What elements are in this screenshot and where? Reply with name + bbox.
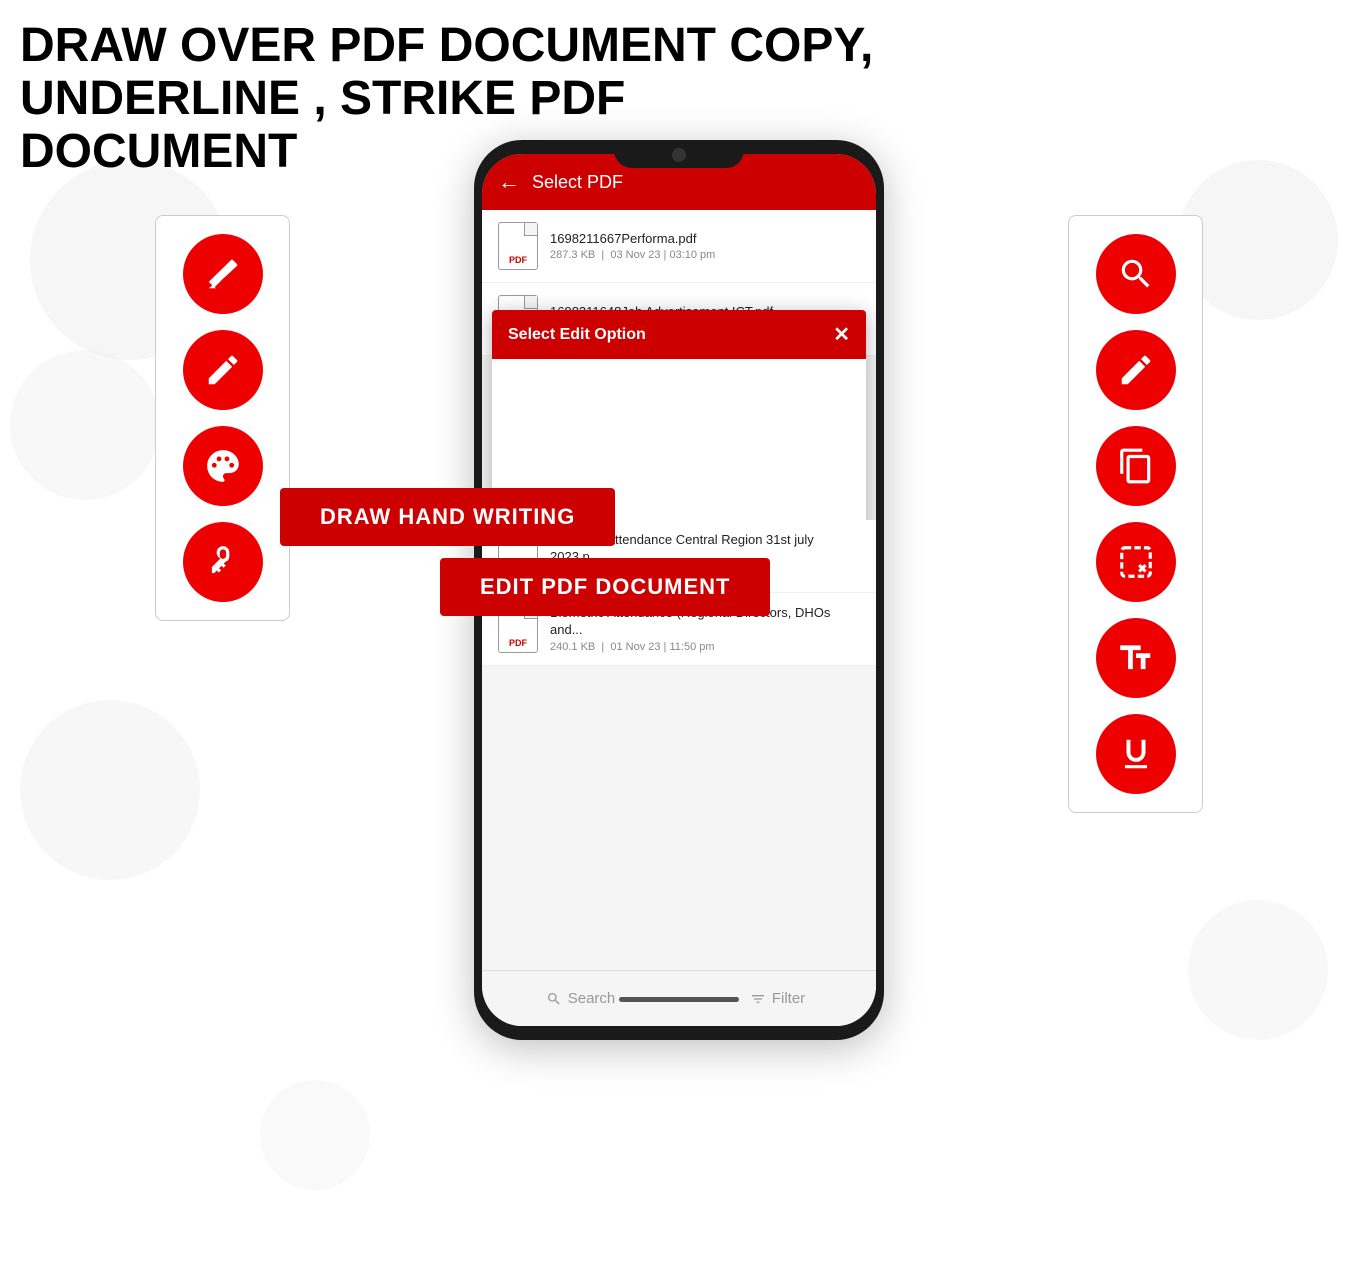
eraser-button[interactable] — [183, 234, 263, 314]
modal-title: Select Edit Option — [508, 326, 646, 344]
search-button[interactable] — [1096, 234, 1176, 314]
copy-button[interactable] — [1096, 426, 1176, 506]
draw-handwriting-button[interactable]: DRAW HAND WRITING — [280, 488, 615, 546]
modal-close-button[interactable]: ✕ — [833, 322, 850, 347]
selection-button[interactable] — [1096, 522, 1176, 602]
palette-button[interactable] — [183, 426, 263, 506]
right-toolbar — [1068, 215, 1203, 813]
dropper-button[interactable] — [183, 522, 263, 602]
left-toolbar — [155, 215, 290, 621]
underline-button[interactable] — [1096, 714, 1176, 794]
edit-pdf-button[interactable]: EDIT PDF DOCUMENT — [440, 558, 770, 616]
pencil2-button[interactable] — [1096, 330, 1176, 410]
modal-header: Select Edit Option ✕ — [492, 310, 866, 359]
pencil-button[interactable] — [183, 330, 263, 410]
modal-overlay: Select Edit Option ✕ PDF Biometric atten… — [482, 210, 876, 1026]
page-title: DRAW OVER PDF DOCUMENT COPY, UNDERLINE ,… — [20, 20, 890, 178]
pdf-meta-4: 240.1 KB | 01 Nov 23 | 11:50 pm — [550, 641, 860, 653]
text-button[interactable] — [1096, 618, 1176, 698]
